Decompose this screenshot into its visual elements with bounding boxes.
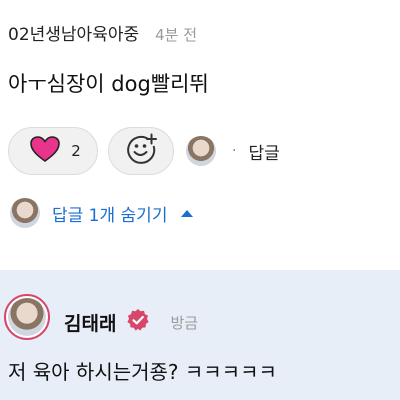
reply-avatar[interactable] bbox=[4, 294, 50, 340]
reply-author-avatar bbox=[10, 198, 40, 228]
reply-time: 방금 bbox=[170, 313, 199, 332]
comment-body: 아ㅜ심장이 dog빨리뛰 bbox=[8, 72, 209, 96]
reply: 김태래 방금 저 육아 하시는거죵? ㅋㅋㅋㅋㅋ bbox=[0, 270, 400, 400]
avatar bbox=[8, 298, 46, 336]
hide-replies-label: 답글 1개 숨기기 bbox=[52, 205, 168, 226]
comment-time: 4분 전 bbox=[155, 26, 198, 44]
comment-author[interactable]: 02년생남아육아중 bbox=[8, 20, 139, 45]
add-reaction-button[interactable] bbox=[108, 127, 174, 175]
creator-avatar bbox=[186, 136, 216, 166]
reply-button[interactable]: 답글 bbox=[248, 139, 279, 164]
reply-author[interactable]: 김태래 bbox=[64, 309, 116, 336]
hide-replies-toggle[interactable]: 답글 1개 숨기기 bbox=[10, 198, 194, 228]
comment-actions: 2 · 답글 bbox=[8, 127, 280, 175]
like-button[interactable]: 2 bbox=[8, 127, 98, 175]
reply-header: 김태래 방금 bbox=[64, 308, 198, 336]
like-count: 2 bbox=[71, 142, 81, 160]
reply-body: 저 육아 하시는거죵? ㅋㅋㅋㅋㅋ bbox=[8, 360, 277, 384]
caret-up-icon bbox=[181, 209, 194, 217]
separator-dot: · bbox=[232, 143, 237, 159]
comment: 02년생남아육아중 4분 전 아ㅜ심장이 dog빨리뛰 2 · 답글 답글 1개… bbox=[0, 0, 400, 270]
add-reaction-icon bbox=[125, 133, 157, 169]
heart-icon bbox=[29, 135, 61, 167]
verified-badge-icon bbox=[116, 308, 150, 336]
comment-header: 02년생남아육아중 4분 전 bbox=[8, 20, 197, 45]
